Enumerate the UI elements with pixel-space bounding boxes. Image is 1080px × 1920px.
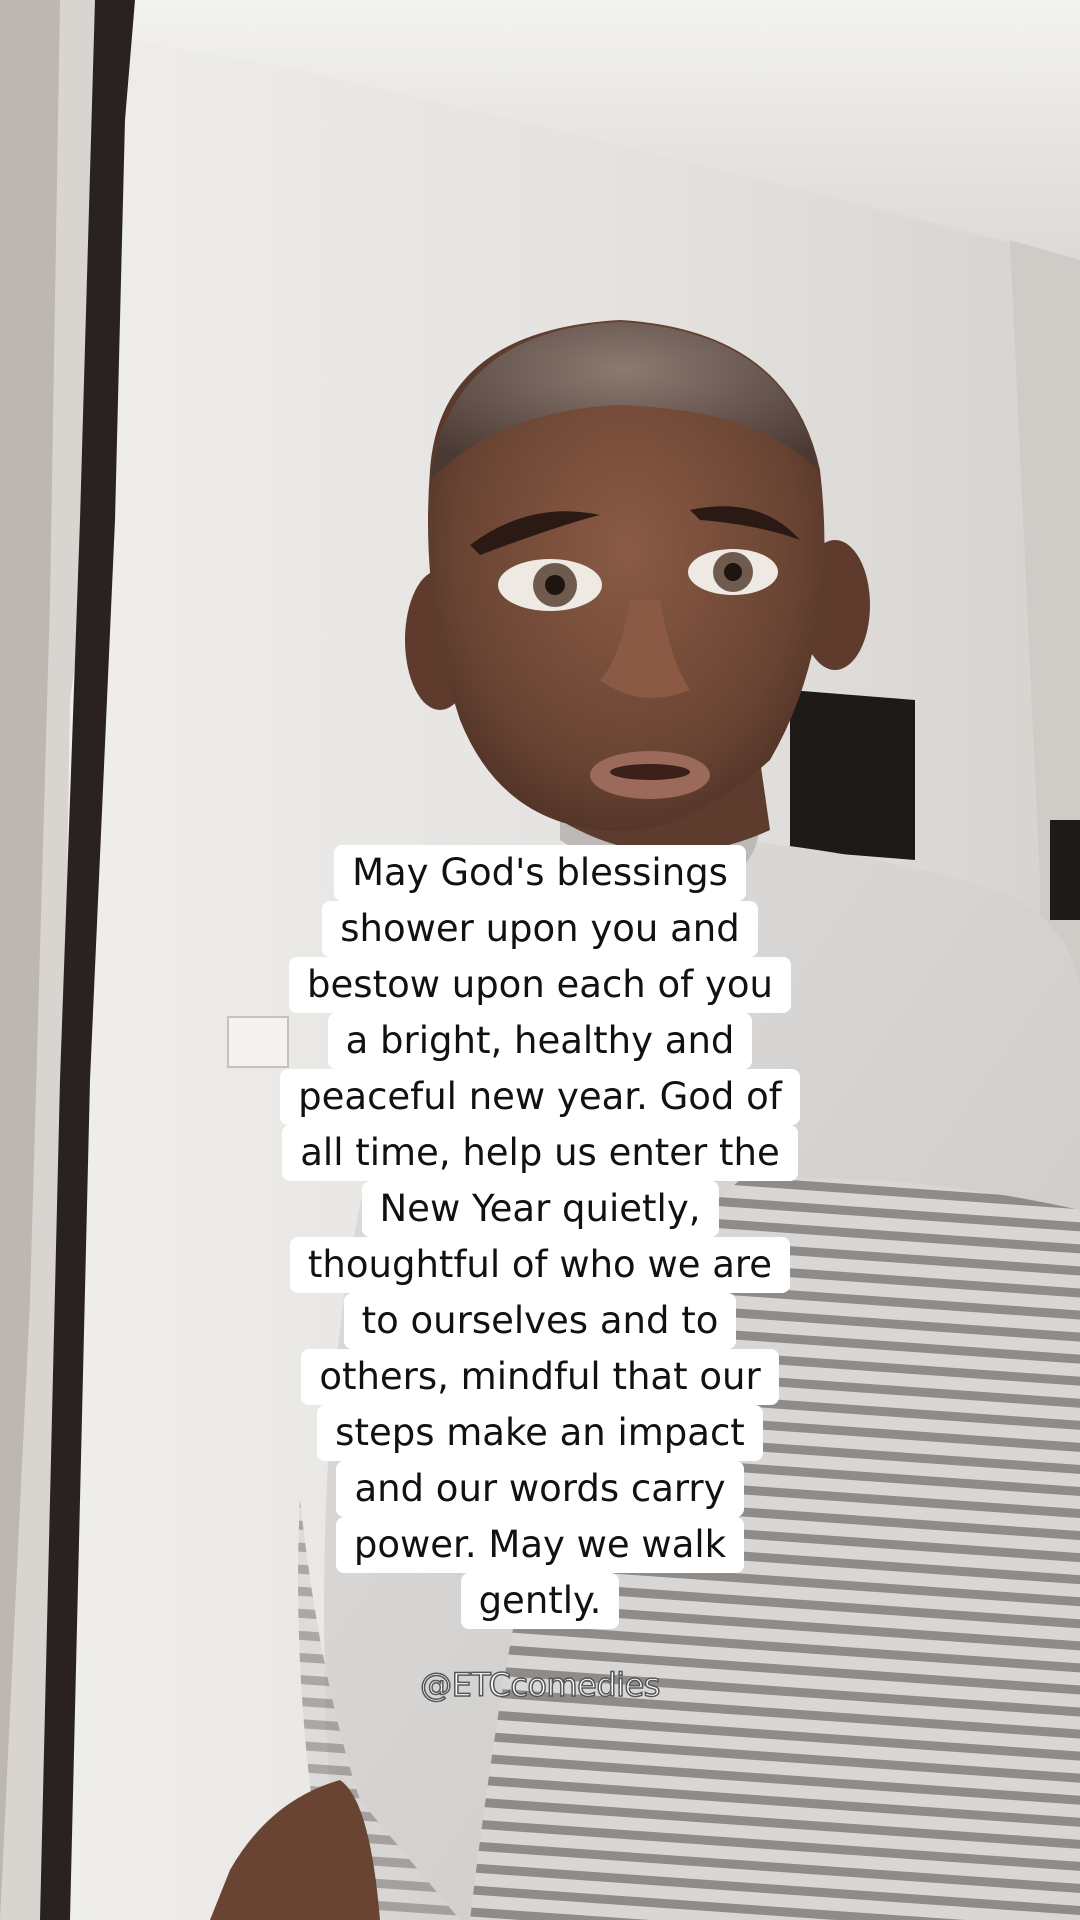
caption-line: all time, help us enter the [282, 1125, 798, 1181]
creator-handle-watermark: @ETCcomedies [419, 1665, 661, 1705]
caption-line: a bright, healthy and [327, 1013, 753, 1069]
caption-line: gently. [460, 1573, 620, 1629]
caption-line: May God's blessings [334, 845, 746, 901]
caption-line: steps make an impact [317, 1405, 763, 1461]
caption-line: bestow upon each of you [289, 957, 791, 1013]
caption-line: power. May we walk [335, 1517, 745, 1573]
caption-line: New Year quietly, [361, 1181, 719, 1237]
caption-block: May God's blessings shower upon you and … [0, 845, 1080, 1629]
caption-line: others, mindful that our [301, 1349, 779, 1405]
caption-line: thoughtful of who we are [289, 1237, 791, 1293]
caption-line: peaceful new year. God of [280, 1069, 800, 1125]
video-frame: May God's blessings shower upon you and … [0, 0, 1080, 1920]
caption-line: to ourselves and to [343, 1293, 737, 1349]
caption-line: shower upon you and [322, 901, 758, 957]
caption-line: and our words carry [336, 1461, 744, 1517]
